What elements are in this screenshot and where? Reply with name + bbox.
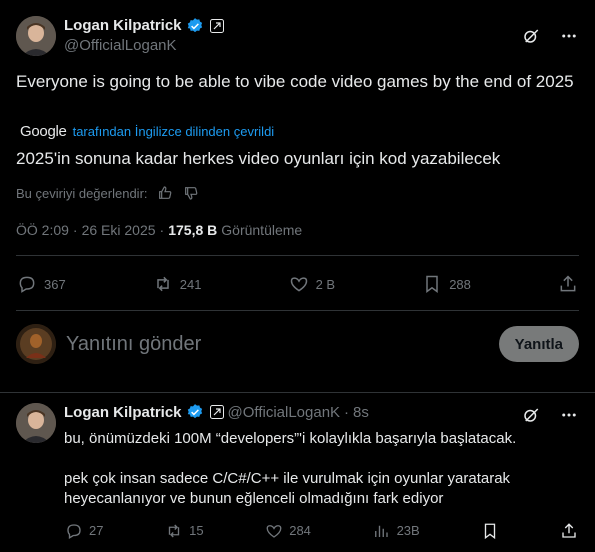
bookmark-count: 288 [449, 276, 471, 292]
translation-source-link[interactable]: tarafından İngilizce dilinden çevrildi [73, 124, 275, 139]
reply-header: Logan Kilpatrick @OfficialLoganK · 8s [64, 403, 369, 421]
repost-action[interactable]: 241 [152, 273, 202, 295]
more-options-icon[interactable] [559, 405, 579, 425]
thumbs-up-icon[interactable] [156, 184, 174, 202]
reply-compose: Yanıtını gönder Yanıtla [16, 323, 579, 365]
rate-translation-label: Bu çeviriyi değerlendir: [16, 185, 148, 201]
current-user-avatar[interactable] [16, 324, 56, 364]
reply-action[interactable]: 367 [16, 273, 66, 295]
reply-text: bu, önümüzdeki 100M “developers”'i kolay… [64, 429, 574, 529]
author-name[interactable]: Logan Kilpatrick [64, 16, 182, 36]
reply-icon[interactable] [16, 273, 38, 295]
tweet-text: Everyone is going to be able to vibe cod… [16, 72, 574, 91]
grok-icon[interactable] [521, 405, 541, 425]
grok-icon[interactable] [521, 26, 541, 46]
reply-header-actions [521, 405, 579, 425]
affiliation-badge-icon[interactable] [209, 405, 224, 419]
views-count: 175,8 B [168, 222, 218, 238]
author-handle[interactable]: @OfficialLoganK [64, 36, 224, 56]
thumbs-down-icon[interactable] [182, 184, 200, 202]
analytics-icon[interactable] [372, 521, 391, 540]
like-action[interactable]: 2 B [288, 273, 336, 295]
affiliation-badge-icon[interactable] [209, 19, 224, 33]
verified-badge-icon [186, 17, 204, 35]
meta-separator: · [159, 222, 165, 238]
reply-count: 27 [89, 523, 104, 538]
bookmark-action[interactable] [480, 521, 499, 540]
share-action[interactable] [557, 273, 579, 295]
heart-icon[interactable] [264, 521, 283, 540]
author-avatar[interactable] [16, 16, 56, 56]
verified-badge-icon [186, 403, 204, 421]
like-count: 284 [289, 523, 311, 538]
translated-text: 2025'in sonuna kadar herkes video oyunla… [16, 149, 501, 168]
reply-paragraph: pek çok insan sadece C/C#/C++ ile vurulm… [64, 470, 511, 507]
repost-count: 15 [189, 523, 204, 538]
more-options-icon[interactable] [559, 26, 579, 46]
views-label: Görüntüleme [221, 222, 303, 238]
bookmark-icon[interactable] [421, 273, 443, 295]
rate-translation-row: Bu çeviriyi değerlendir: [16, 184, 200, 202]
reply-action[interactable]: 27 [64, 521, 103, 540]
reply-submit-button[interactable]: Yanıtla [498, 326, 579, 362]
like-action[interactable]: 284 [264, 521, 311, 540]
meta-separator: · [72, 222, 78, 238]
reply-tweet-actions: 27 15 284 23B [64, 521, 579, 540]
bookmark-action[interactable]: 288 [421, 273, 471, 295]
reply-author-handle[interactable]: @OfficialLoganK [228, 404, 341, 421]
share-icon[interactable] [560, 521, 579, 540]
share-icon[interactable] [557, 273, 579, 295]
tweet-header: Logan Kilpatrick @OfficialLoganK [16, 12, 579, 60]
views-action[interactable]: 23B [372, 521, 420, 540]
reply-author-name[interactable]: Logan Kilpatrick [64, 404, 182, 421]
heart-icon[interactable] [288, 273, 310, 295]
tweet-actions: 367 241 2 B 288 [16, 270, 579, 298]
bookmark-icon[interactable] [480, 521, 499, 540]
reply-time[interactable]: 8s [353, 404, 369, 421]
reply-input[interactable]: Yanıtını gönder [66, 333, 201, 356]
divider [0, 392, 595, 393]
tweet-date[interactable]: 26 Eki 2025 [82, 222, 156, 238]
views-count: 23B [396, 523, 420, 538]
like-count: 2 B [315, 276, 336, 292]
translation-attribution: Google tarafından İngilizce dilinden çev… [20, 123, 274, 140]
repost-action[interactable]: 15 [164, 521, 204, 540]
divider [16, 255, 579, 256]
reply-author-avatar[interactable] [16, 403, 56, 443]
share-action[interactable] [560, 521, 579, 540]
reply-icon[interactable] [64, 521, 83, 540]
reply-count: 367 [44, 276, 66, 292]
tweet-time[interactable]: ÖÖ 2:09 [16, 222, 69, 238]
repost-count: 241 [179, 276, 202, 292]
meta-separator: · [344, 403, 350, 421]
reply-paragraph: bu, önümüzdeki 100M “developers”'i kolay… [64, 430, 517, 447]
divider [16, 310, 579, 311]
repost-icon[interactable] [152, 273, 174, 295]
google-logo: Google [20, 123, 67, 140]
repost-icon[interactable] [164, 521, 183, 540]
tweet-meta: ÖÖ 2:09 · 26 Eki 2025 · 175,8 B Görüntül… [16, 222, 302, 238]
